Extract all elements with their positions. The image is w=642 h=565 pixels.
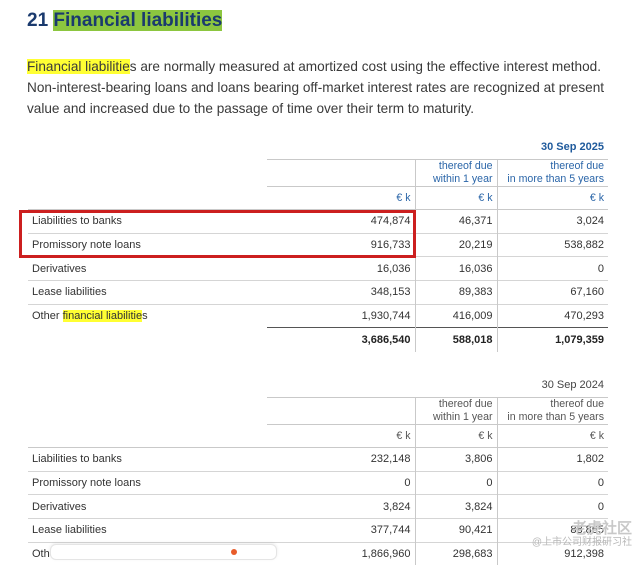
row-over-5-years: 538,882: [496, 232, 608, 257]
row-within-1-year: 89,383: [414, 279, 497, 305]
row-label-suffix: s: [142, 310, 148, 323]
total-within-1-year: 588,018: [414, 327, 497, 353]
row-within-1-year: 3,824: [414, 494, 497, 519]
table-date: 30 Sep 2025: [497, 136, 608, 160]
table-row: Derivatives 3,824 3,824 0: [28, 494, 608, 519]
table-date-row: 30 Sep 2024: [28, 374, 608, 398]
unit-label: € k: [496, 185, 608, 210]
row-total: 348,153: [267, 279, 415, 305]
unit-row: € k € k € k: [28, 185, 608, 210]
table-date-row: 30 Sep 2025: [28, 136, 608, 160]
intro-paragraph: Financial liabilities are normally measu…: [27, 56, 617, 119]
unit-label: € k: [414, 423, 497, 448]
column-header-over-5-years: thereof due in more than 5 years: [496, 159, 608, 187]
row-total: 3,824: [267, 494, 415, 519]
row-within-1-year: 46,371: [414, 209, 497, 234]
row-label: Derivatives: [28, 256, 267, 281]
unit-label: € k: [496, 423, 608, 448]
total-sum: 3,686,540: [267, 327, 415, 353]
column-header-row: thereof due within 1 year thereof due in…: [28, 397, 608, 425]
total-over-5-years: 1,079,359: [496, 327, 608, 353]
table-2024: 30 Sep 2024 thereof due within 1 year th…: [28, 374, 608, 565]
row-within-1-year: 90,421: [414, 517, 497, 543]
table-row: Lease liabilities 348,153 89,383 67,160: [28, 279, 608, 305]
overlay-popup: [50, 544, 277, 560]
row-within-1-year: 0: [414, 470, 497, 495]
row-label-prefix: Other: [32, 310, 63, 323]
column-header-label: thereof due in more than 5 years: [507, 397, 604, 423]
table-row: Lease liabilities 377,744 90,421 88,865: [28, 517, 608, 543]
row-label: Lease liabilities: [28, 517, 267, 543]
row-label: Promissory note loans: [28, 232, 267, 257]
column-header-within-1-year: thereof due within 1 year: [414, 397, 497, 425]
table-row: Liabilities to banks 232,148 3,806 1,802: [28, 447, 608, 472]
table-date: 30 Sep 2024: [497, 374, 608, 398]
column-header-row: thereof due within 1 year thereof due in…: [28, 159, 608, 187]
unit-label: € k: [267, 185, 415, 210]
intro-highlight: Financial liabilitie: [27, 59, 130, 74]
watermark: 老虎社区 @上市公司财报研习社: [531, 520, 632, 550]
unit-label: € k: [414, 185, 497, 210]
row-label: Liabilities to banks: [28, 447, 267, 472]
row-over-5-years: 0: [496, 470, 608, 495]
column-header-label: thereof due in more than 5 years: [507, 159, 604, 185]
column-header-within-1-year: thereof due within 1 year: [414, 159, 497, 187]
row-total: 916,733: [267, 232, 415, 257]
row-total: 1,930,744: [267, 303, 415, 328]
row-total: 377,744: [267, 517, 415, 543]
totals-row: 3,686,540 588,018 1,079,359: [28, 327, 608, 353]
table-row: Promissory note loans 0 0 0: [28, 470, 608, 495]
row-over-5-years: 0: [496, 256, 608, 281]
row-total: 0: [267, 470, 415, 495]
unit-row: € k € k € k: [28, 423, 608, 448]
row-over-5-years: 0: [496, 494, 608, 519]
row-label: Liabilities to banks: [28, 209, 267, 234]
row-over-5-years: 1,802: [496, 447, 608, 472]
row-within-1-year: 20,219: [414, 232, 497, 257]
row-total: 474,874: [267, 209, 415, 234]
row-total: 16,036: [267, 256, 415, 281]
table-2025: 30 Sep 2025 thereof due within 1 year th…: [28, 136, 608, 353]
column-header-label: thereof due within 1 year: [433, 159, 493, 185]
section-number: 21: [27, 10, 49, 31]
row-total: 232,148: [267, 447, 415, 472]
table-row: Promissory note loans 916,733 20,219 538…: [28, 232, 608, 257]
row-label: Promissory note loans: [28, 470, 267, 495]
row-label: Derivatives: [28, 494, 267, 519]
section-heading: 21 Financial liabilities: [27, 10, 223, 32]
column-header-label: thereof due within 1 year: [433, 397, 493, 423]
column-header-over-5-years: thereof due in more than 5 years: [496, 397, 608, 425]
table-row: Liabilities to banks 474,874 46,371 3,02…: [28, 209, 608, 234]
watermark-handle: @上市公司财报研习社: [531, 537, 632, 548]
watermark-title: 老虎社区: [571, 520, 632, 537]
row-within-1-year: 16,036: [414, 256, 497, 281]
popup-dot-icon: [231, 549, 237, 555]
row-over-5-years: 67,160: [496, 279, 608, 305]
row-label-highlight: financial liabilitie: [62, 310, 143, 323]
row-over-5-years: 470,293: [496, 303, 608, 328]
table-row: Derivatives 16,036 16,036 0: [28, 256, 608, 281]
section-title: Financial liabilities: [53, 10, 223, 31]
row-label: Lease liabilities: [28, 279, 267, 305]
row-label: Other financial liabilities: [28, 303, 267, 328]
row-over-5-years: 3,024: [496, 209, 608, 234]
row-within-1-year: 3,806: [414, 447, 497, 472]
row-within-1-year: 416,009: [414, 303, 497, 328]
table-row: Other financial liabilities 1,930,744 41…: [28, 303, 608, 328]
unit-label: € k: [267, 423, 415, 448]
